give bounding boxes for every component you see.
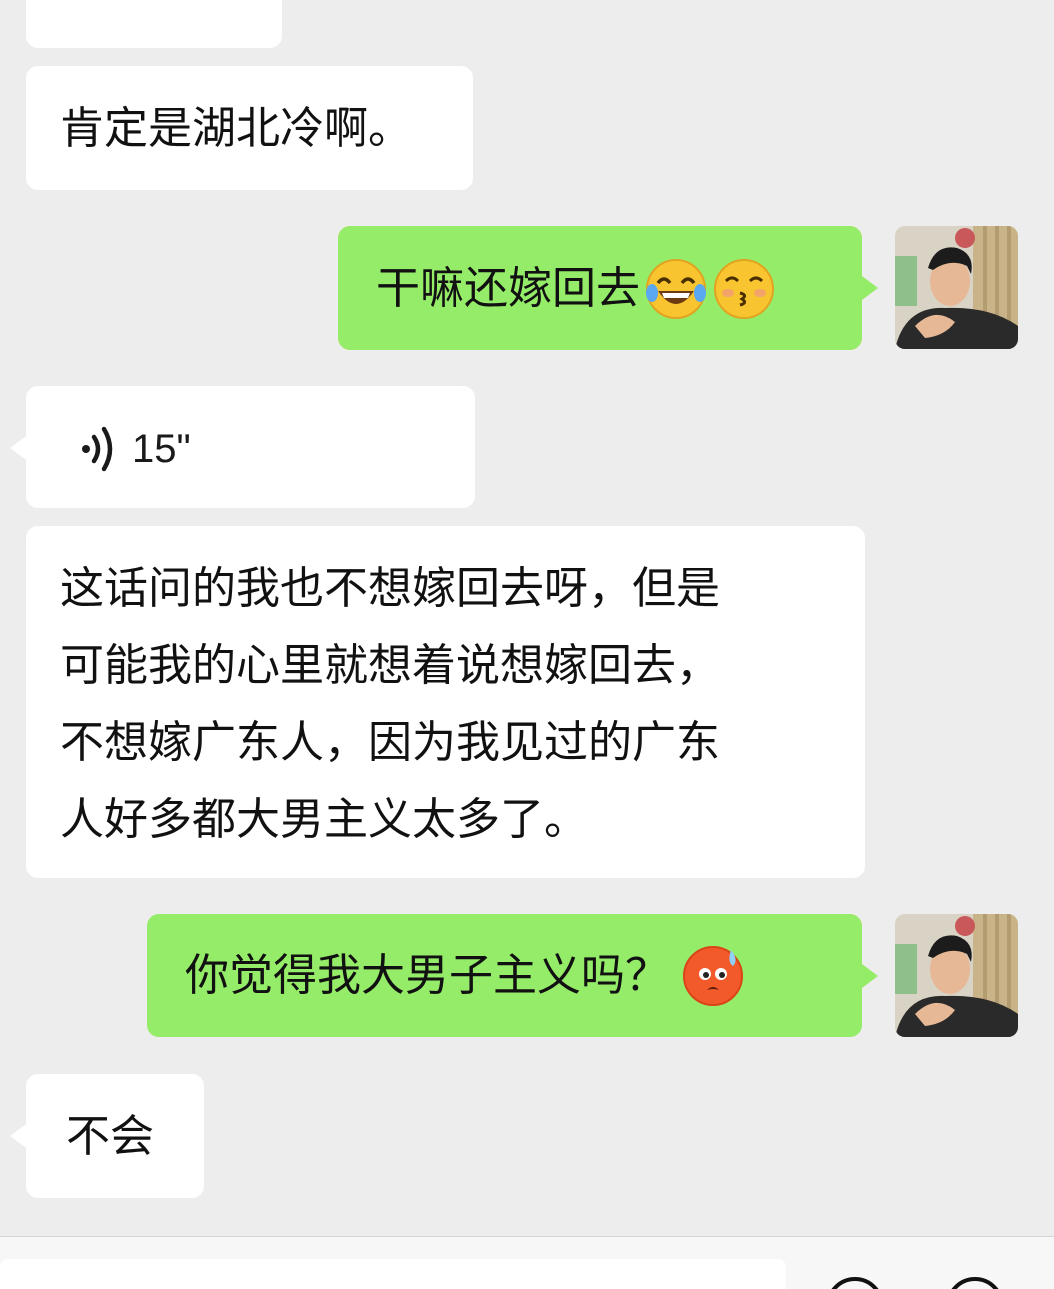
message-text: 这话问的我也不想嫁回去呀，但是 可能我的心里就想着说想嫁回去， 不想嫁广东人，因…: [60, 550, 720, 858]
message-bubble-received[interactable]: 肯定是湖北冷啊。: [26, 66, 473, 190]
input-bar: [0, 1236, 1054, 1289]
voice-message-bubble[interactable]: 15": [10, 386, 475, 508]
message-text: 不会: [66, 1111, 154, 1162]
message-line: 可能我的心里就想着说想嫁回去，: [60, 640, 720, 691]
message-line: 不想嫁广东人，因为我见过的广东: [60, 717, 720, 768]
message-bubble-sent[interactable]: 你觉得我大男子主义吗？: [147, 914, 878, 1037]
joy-tears-emoji: [646, 258, 706, 319]
more-button[interactable]: [946, 1277, 1004, 1289]
message-bubble-sent[interactable]: 干嘛还嫁回去: [338, 226, 878, 350]
emoji-button[interactable]: [826, 1277, 884, 1289]
hot-face-sweat-emoji: [683, 945, 743, 1006]
message-bubble-partial[interactable]: [26, 0, 282, 48]
voice-duration: 15": [132, 426, 191, 471]
message-bubble-received[interactable]: 这话问的我也不想嫁回去呀，但是 可能我的心里就想着说想嫁回去， 不想嫁广东人，因…: [26, 526, 865, 878]
message-line: 人好多都大男主义太多了。: [60, 794, 588, 845]
message-text: 干嘛还嫁回去: [376, 263, 640, 314]
kissing-emoji: [714, 258, 774, 319]
voice-wave-icon: [106, 0, 146, 10]
message-input[interactable]: [0, 1259, 786, 1289]
message-text: 你觉得我大男子主义吗？: [185, 950, 669, 1001]
voice-wave-icon: [82, 426, 113, 472]
voice-message-content: 15": [80, 419, 191, 479]
message-text: 肯定是湖北冷啊。: [60, 103, 412, 154]
message-bubble-received[interactable]: 不会: [10, 1074, 204, 1198]
avatar[interactable]: [895, 914, 1018, 1037]
avatar[interactable]: [895, 226, 1018, 349]
chat-screen: 肯定是湖北冷啊。 干嘛还嫁回去 15" 这话问的我也不想嫁回去呀，但是 可能我的…: [0, 0, 1054, 1289]
message-line: 这话问的我也不想嫁回去呀，但是: [60, 563, 720, 614]
